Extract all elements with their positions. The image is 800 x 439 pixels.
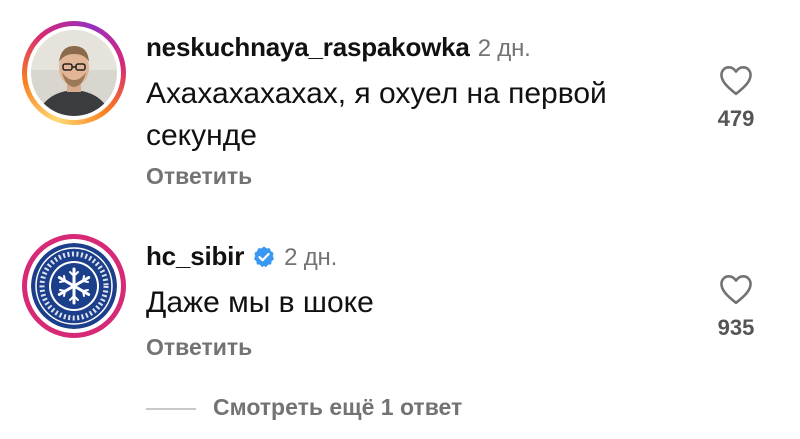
user-photo	[31, 30, 117, 116]
heart-icon[interactable]	[706, 273, 766, 305]
like-count: 479	[717, 106, 755, 131]
comment-text: Даже мы в шоке	[146, 286, 374, 319]
view-more-replies[interactable]: Смотреть ещё 1 ответ	[0, 393, 800, 423]
comment-time: 2 дн.	[284, 244, 338, 271]
comment-item: hc_sibir 2 дн. Даже мы в шоке Ответить 9…	[0, 215, 800, 375]
avatar[interactable]	[22, 234, 126, 338]
like-area: 479	[706, 64, 766, 132]
heart-icon[interactable]	[706, 64, 766, 96]
username-link[interactable]: hc_sibir	[146, 241, 244, 271]
username-link[interactable]: neskuchnaya_raspakowka	[146, 32, 470, 62]
avatar[interactable]	[22, 21, 126, 125]
comment-item: neskuchnaya_raspakowka 2 дн. Ахахахахахах…	[0, 0, 800, 215]
reply-button[interactable]: Ответить	[146, 163, 252, 190]
like-area: 935	[706, 273, 766, 341]
club-logo	[31, 243, 117, 329]
reply-button[interactable]: Ответить	[146, 334, 252, 361]
comment-text: Ахахахахахах, я охуел на первой секунде	[146, 77, 607, 152]
divider-line	[146, 408, 196, 410]
comment-time: 2 дн.	[477, 35, 531, 62]
verified-badge-icon	[252, 245, 276, 276]
view-more-label[interactable]: Смотреть ещё 1 ответ	[213, 394, 462, 421]
comment-header: hc_sibir 2 дн.	[146, 241, 337, 276]
like-count: 935	[717, 315, 755, 340]
comment-header: neskuchnaya_raspakowka 2 дн.	[146, 32, 531, 63]
